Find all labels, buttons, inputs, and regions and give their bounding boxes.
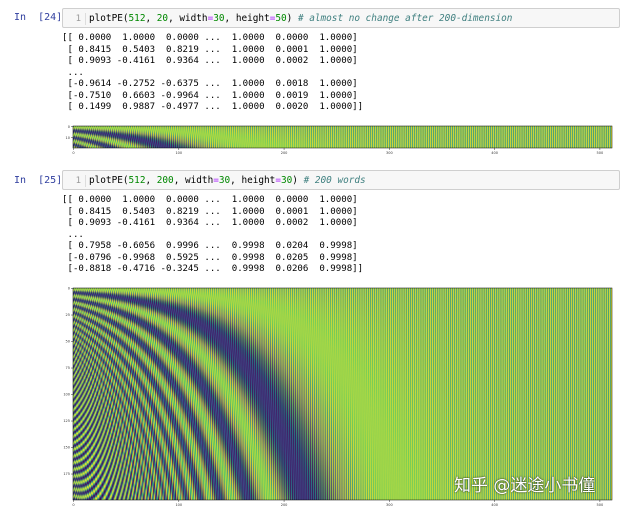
code-arg: 512 <box>128 175 146 186</box>
x-tick-label: 400 <box>491 503 498 507</box>
line-number: 1 <box>65 13 86 25</box>
code-sep: , height <box>224 13 270 24</box>
y-tick-label: 175 <box>63 472 70 476</box>
heatmap-image <box>73 126 612 148</box>
x-tick-label: 100 <box>175 503 182 507</box>
code-paren: ) <box>292 175 304 186</box>
code-arg: 512 <box>128 13 146 24</box>
code-comment: # 200 words <box>303 175 366 186</box>
x-tick-label: 0 <box>72 503 74 507</box>
code-arg: 30 <box>218 175 231 186</box>
x-tick-label: 500 <box>597 503 604 507</box>
watermark: 知乎 @迷途小书僮 <box>454 476 596 496</box>
code-func: plotPE <box>89 13 123 24</box>
x-tick-label: 300 <box>386 151 393 155</box>
heatmap-svg: 0 100 200 300 400 500 0 10 <box>66 125 613 155</box>
line-number: 1 <box>65 175 86 187</box>
heatmap-plot: 0 100 200 300 400 500 0 10 <box>60 124 616 156</box>
code-line[interactable]: plotPE(512, 20, width=30, height=50) # a… <box>89 12 512 25</box>
code-input[interactable]: 1 plotPE(512, 20, width=30, height=50) #… <box>62 8 620 28</box>
cell-output: [[ 0.0000 1.0000 0.0000 ... 1.0000 0.000… <box>62 33 364 112</box>
y-tick-label: 0 <box>68 287 70 291</box>
y-tick-label: 125 <box>63 419 70 423</box>
x-tick-label: 300 <box>386 503 393 507</box>
x-tick-label: 400 <box>491 151 498 155</box>
y-tick-label: 150 <box>63 446 70 450</box>
code-arg: 30 <box>213 13 225 24</box>
x-tick-label: 200 <box>281 151 288 155</box>
code-line[interactable]: plotPE(512, 200, width=30, height=30) # … <box>89 174 366 187</box>
y-tick-label: 100 <box>63 393 70 397</box>
code-sep: , height <box>230 175 276 186</box>
code-sep: , width <box>173 175 214 186</box>
cell-output: [[ 0.0000 1.0000 0.0000 ... 1.0000 0.000… <box>62 195 364 274</box>
code-arg: 50 <box>275 13 287 24</box>
heatmap-image <box>73 288 612 500</box>
code-sep: , width <box>168 13 208 24</box>
code-arg: 30 <box>280 175 293 186</box>
code-paren: ) <box>286 13 298 24</box>
x-tick-label: 0 <box>72 151 74 155</box>
code-sep: , <box>145 13 157 24</box>
code-input[interactable]: 1 plotPE(512, 200, width=30, height=30) … <box>62 170 620 190</box>
cell-prompt: In [25]: <box>14 175 69 186</box>
y-tick-label: 0 <box>68 125 70 129</box>
code-arg: 200 <box>156 175 174 186</box>
code-arg: 20 <box>156 13 169 24</box>
x-tick-label: 200 <box>281 503 288 507</box>
y-tick-label: 50 <box>66 340 70 344</box>
x-tick-label: 500 <box>597 151 604 155</box>
y-tick-label: 25 <box>66 313 70 317</box>
code-sep: , <box>145 175 157 186</box>
y-tick-label: 75 <box>66 366 70 370</box>
y-tick-label: 10 <box>66 136 70 140</box>
cell-prompt: In [24]: <box>14 12 69 23</box>
code-comment: # almost no change after 200-dimension <box>297 13 513 24</box>
code-func: plotPE <box>89 175 123 186</box>
x-tick-label: 100 <box>175 151 182 155</box>
